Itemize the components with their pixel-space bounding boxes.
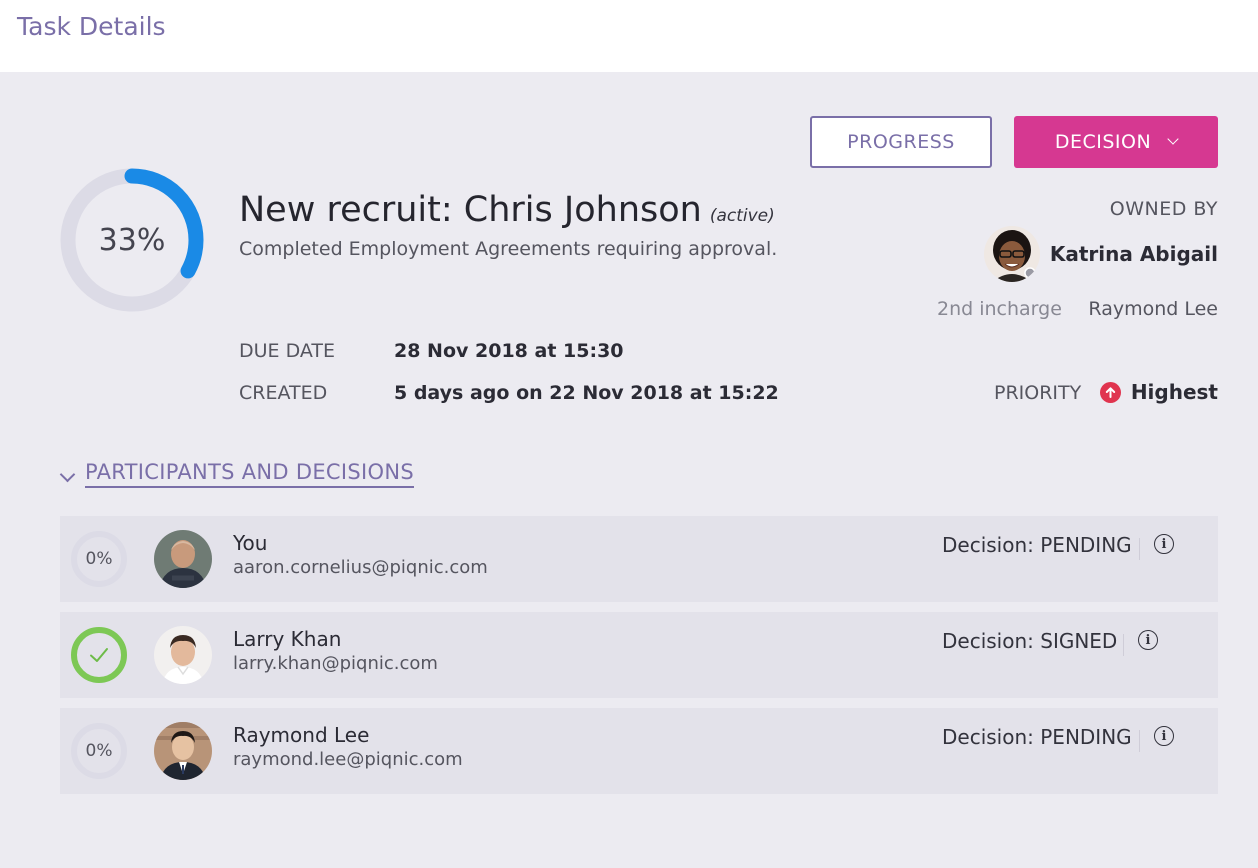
participant-progress-ring: 0%: [70, 722, 128, 780]
participant-row: 0% You aaron.cornelius@piqnic.com Decisi…: [60, 516, 1218, 602]
checkmark-icon: [71, 627, 127, 683]
task-progress-ring: 33%: [60, 168, 204, 312]
priority-label: PRIORITY: [994, 382, 1082, 404]
participant-complete-ring: [70, 626, 128, 684]
participant-row: 0% Raymond Lee raymond.lee@piqnic.com De…: [60, 708, 1218, 794]
participant-name: Larry Khan: [233, 627, 342, 651]
participant-name: Raymond Lee: [233, 723, 370, 747]
progress-button-label: PROGRESS: [847, 131, 955, 153]
due-date-label: DUE DATE: [239, 340, 336, 362]
priority-value: Highest: [1130, 380, 1218, 404]
participant-email: raymond.lee@piqnic.com: [233, 749, 463, 770]
participant-email: larry.khan@piqnic.com: [233, 653, 438, 674]
task-title-line: New recruit: Chris Johnson (active): [239, 190, 775, 230]
info-icon[interactable]: i: [1138, 630, 1158, 650]
owner-avatar[interactable]: [983, 226, 1040, 282]
participant-email: aaron.cornelius@piqnic.com: [233, 557, 488, 578]
participant-progress-ring: 0%: [70, 530, 128, 588]
task-progress-percent: 33%: [98, 222, 166, 258]
participant-progress-percent: 0%: [85, 549, 113, 569]
participant-row: Larry Khan larry.khan@piqnic.com Decisio…: [60, 612, 1218, 698]
second-incharge-name: Raymond Lee: [1088, 298, 1218, 320]
participant-progress-percent: 0%: [85, 741, 113, 761]
arrow-up-circle-icon: [1099, 381, 1121, 403]
task-description: Completed Employment Agreements requirin…: [239, 238, 778, 260]
participants-section-title[interactable]: PARTICIPANTS AND DECISIONS: [85, 460, 414, 488]
top-bar: Task Details: [0, 0, 1258, 72]
participant-avatar[interactable]: [154, 722, 212, 780]
created-value: 5 days ago on 22 Nov 2018 at 15:22: [394, 382, 779, 404]
chevron-down-icon: [59, 466, 76, 482]
participant-decision: Decision: PENDING: [942, 725, 1132, 749]
owned-by-label: OWNED BY: [1109, 198, 1218, 220]
priority-value-group: Highest: [1099, 380, 1218, 404]
divider: [1139, 538, 1140, 560]
owner-row: Katrina Abigail: [983, 226, 1218, 282]
info-icon[interactable]: i: [1154, 726, 1174, 746]
participants-section-toggle[interactable]: PARTICIPANTS AND DECISIONS: [59, 460, 414, 488]
participant-avatar[interactable]: [154, 626, 212, 684]
participant-decision: Decision: SIGNED: [942, 629, 1118, 653]
page-title: Task Details: [17, 12, 166, 41]
participant-name: You: [233, 531, 268, 555]
decision-dropdown-button[interactable]: DECISION: [1014, 116, 1218, 168]
participant-avatar[interactable]: [154, 530, 212, 588]
owner-name: Katrina Abigail: [1049, 242, 1218, 266]
divider: [1139, 730, 1140, 752]
info-icon[interactable]: i: [1154, 534, 1174, 554]
task-status: (active): [709, 206, 775, 226]
due-date-value: 28 Nov 2018 at 15:30: [394, 340, 624, 362]
task-title: New recruit: Chris Johnson: [239, 190, 702, 230]
chevron-down-icon: [1167, 133, 1179, 145]
decision-button-label: DECISION: [1054, 131, 1152, 153]
participant-decision: Decision: PENDING: [942, 533, 1132, 557]
divider: [1123, 634, 1124, 656]
second-incharge-label: 2nd incharge: [937, 298, 1062, 320]
created-label: CREATED: [239, 382, 328, 404]
progress-button[interactable]: PROGRESS: [810, 116, 992, 168]
